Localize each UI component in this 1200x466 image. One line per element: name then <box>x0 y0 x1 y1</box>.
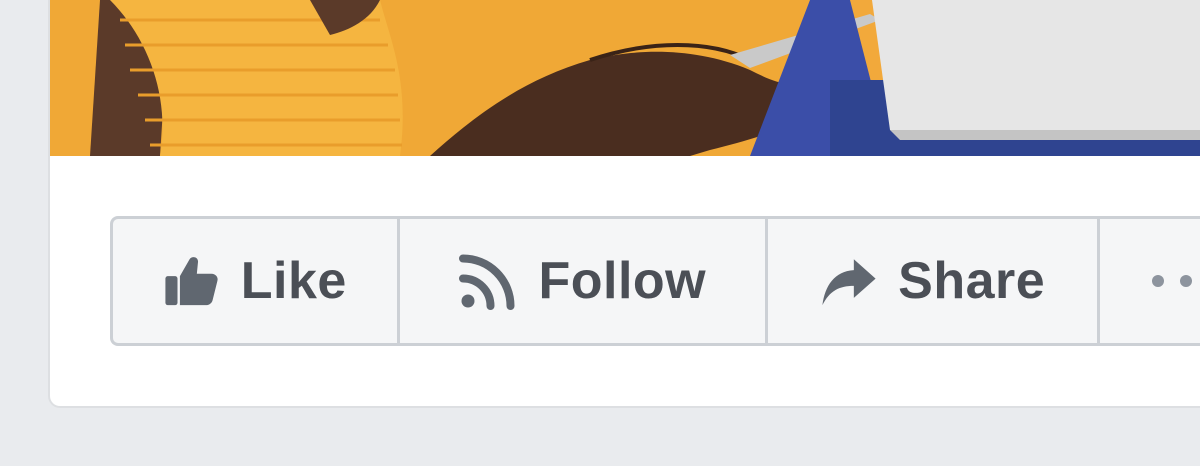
rss-icon <box>458 251 518 311</box>
page-header-card: Like Follow Share <box>48 0 1200 408</box>
thumbs-up-icon <box>163 252 221 310</box>
more-options-button[interactable] <box>1100 219 1200 343</box>
share-arrow-icon <box>820 252 878 310</box>
cover-photo[interactable] <box>50 0 1200 156</box>
share-label: Share <box>898 252 1046 310</box>
cover-photo-illustration <box>50 0 1200 156</box>
follow-label: Follow <box>538 252 707 310</box>
more-dots-icon <box>1152 275 1200 287</box>
page-action-bar: Like Follow Share <box>110 216 1200 346</box>
follow-button[interactable]: Follow <box>400 219 768 343</box>
like-button[interactable]: Like <box>113 219 400 343</box>
share-button[interactable]: Share <box>768 219 1101 343</box>
like-label: Like <box>240 252 347 310</box>
